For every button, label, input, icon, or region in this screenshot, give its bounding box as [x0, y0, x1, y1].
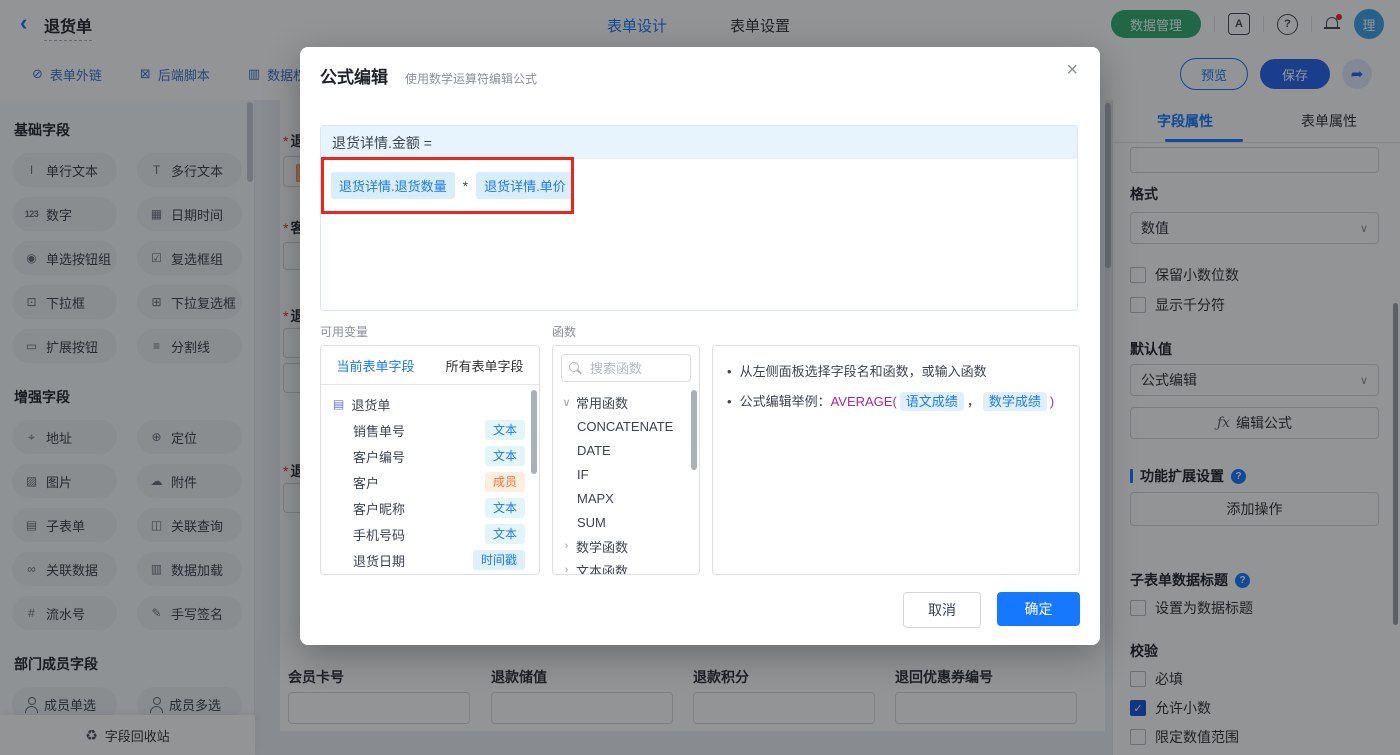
- function-item[interactable]: CONCATENATE: [553, 414, 699, 438]
- form-doc-icon: ▤: [333, 397, 345, 411]
- variable-item[interactable]: 销售单号 文本: [321, 417, 539, 443]
- formula-token-price[interactable]: 退货详情.单价: [476, 172, 574, 199]
- function-group-math[interactable]: › 数学函数: [553, 534, 699, 558]
- type-badge: 成员: [484, 472, 525, 492]
- formula-operator: *: [462, 177, 469, 194]
- formula-edit-modal: 公式编辑 使用数学运算符编辑公式 × 退货详情.金额 = 退货详情.退货数量 *…: [300, 47, 1100, 645]
- function-group-text[interactable]: › 文本函数: [553, 558, 699, 575]
- variable-item[interactable]: 客户 成员: [321, 469, 539, 495]
- type-badge: 时间戳: [472, 550, 525, 570]
- bullet-icon: •: [727, 394, 732, 409]
- variable-item[interactable]: 客户编号 文本: [321, 443, 539, 469]
- cancel-button[interactable]: 取消: [903, 592, 981, 628]
- formula-token-quantity[interactable]: 退货详情.退货数量: [331, 172, 455, 199]
- type-badge: 文本: [484, 498, 525, 518]
- modal-subtitle: 使用数学运算符编辑公式: [405, 72, 538, 86]
- help-line-1: 从左侧面板选择字段名和函数，或输入函数: [739, 364, 987, 379]
- variable-item[interactable]: 客户昵称 文本: [321, 495, 539, 521]
- variable-item[interactable]: 手机号码 文本: [321, 521, 539, 547]
- formula-editor[interactable]: 退货详情.金额 = 退货详情.退货数量 * 退货详情.单价: [320, 125, 1078, 311]
- formula-target: 退货详情.金额 =: [321, 126, 1077, 159]
- confirm-button[interactable]: 确定: [997, 592, 1080, 626]
- modal-title: 公式编辑: [320, 68, 388, 87]
- chevron-right-icon: ›: [564, 540, 569, 552]
- function-name: AVERAGE(: [830, 394, 897, 409]
- type-badge: 文本: [484, 420, 525, 440]
- tab-current-form-fields[interactable]: 当前表单字段: [321, 346, 430, 384]
- bullet-icon: •: [727, 364, 732, 379]
- variable-form-node[interactable]: ▤ 退货单: [321, 391, 539, 417]
- app-root: ‹ 退货单 表单设计 表单设置 数据管理 A ? 理 ⊘ 表单外链 ⊠ 后端脚本…: [0, 0, 1400, 755]
- function-group-common[interactable]: ∨ 常用函数: [553, 390, 699, 414]
- help-line-2: 公式编辑举例：AVERAGE(语文成绩，数学成绩): [739, 392, 1055, 411]
- function-item[interactable]: IF: [553, 462, 699, 486]
- formula-help-panel: • 从左侧面板选择字段名和函数，或输入函数 • 公式编辑举例：AVERAGE(语…: [712, 345, 1080, 575]
- variables-scrollbar[interactable]: [531, 390, 537, 474]
- function-item[interactable]: MAPX: [553, 486, 699, 510]
- functions-panel: ∨ 常用函数 CONCATENATE DATE IF MAPX SUM › 数学…: [552, 345, 700, 575]
- search-icon: [569, 361, 582, 375]
- chevron-down-icon: ∨: [562, 396, 571, 409]
- type-badge: 文本: [484, 446, 525, 466]
- functions-scrollbar[interactable]: [691, 390, 697, 470]
- function-item[interactable]: DATE: [553, 438, 699, 462]
- function-search[interactable]: [561, 354, 691, 382]
- variables-panel: 当前表单字段 所有表单字段 ▤ 退货单 销售单号 文本 客户编号 文本 客户 成…: [320, 345, 540, 575]
- chevron-right-icon: ›: [564, 564, 569, 575]
- function-search-input[interactable]: [588, 359, 683, 377]
- type-badge: 文本: [484, 524, 525, 544]
- functions-label: 函数: [552, 325, 577, 339]
- variable-item[interactable]: 退货日期 时间戳: [321, 547, 539, 573]
- close-icon[interactable]: ×: [1066, 59, 1078, 82]
- variables-label: 可用变量: [320, 325, 369, 339]
- example-chip: 数学成绩: [982, 392, 1047, 411]
- function-item[interactable]: SUM: [553, 510, 699, 534]
- tab-all-form-fields[interactable]: 所有表单字段: [430, 346, 539, 384]
- example-chip: 语文成绩: [899, 392, 964, 411]
